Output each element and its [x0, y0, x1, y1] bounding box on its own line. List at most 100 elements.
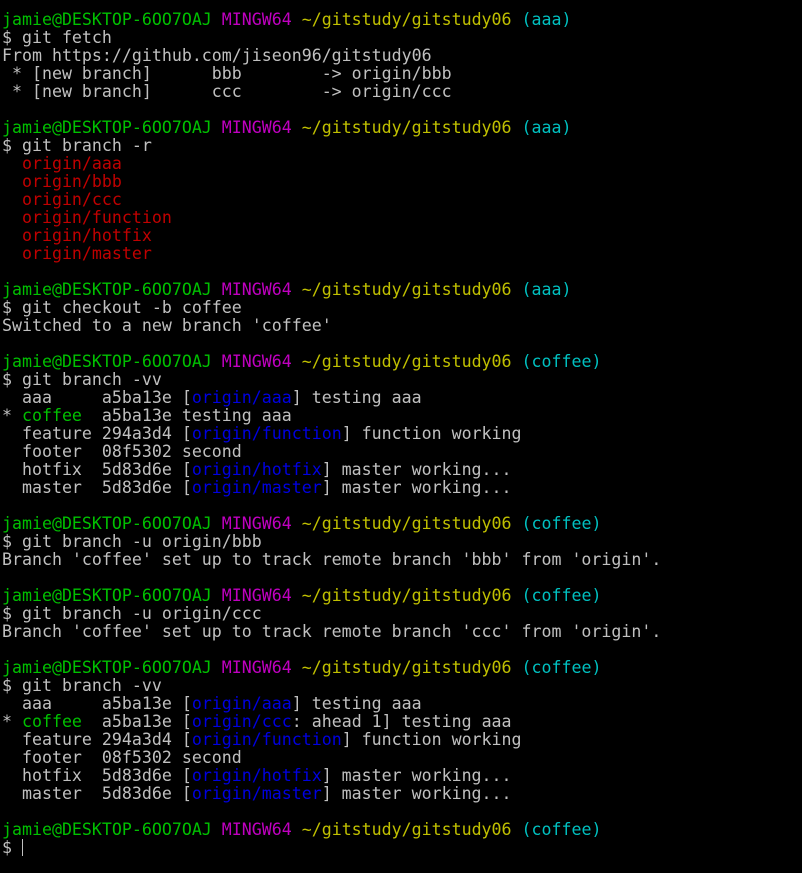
line-segment: footer 08f5302 second [2, 748, 242, 767]
terminal-output[interactable]: jamie@DESKTOP-6OO7OAJ MINGW64 ~/gitstudy… [2, 11, 802, 857]
prompt-env: MINGW64 [221, 118, 292, 137]
line-segment: $ git branch -r [2, 136, 152, 155]
line-segment: ] testing aaa [291, 388, 422, 407]
line-segment: ] function working [341, 424, 522, 443]
output-line: feature 294a3d4 [origin/function] functi… [2, 425, 802, 443]
output-line: Branch 'coffee' set up to track remote b… [2, 623, 802, 641]
prompt-line: jamie@DESKTOP-6OO7OAJ MINGW64 ~/gitstudy… [2, 353, 802, 371]
prompt-branch: (coffee) [521, 658, 602, 677]
output-line: origin/hotfix [2, 227, 802, 245]
line-segment: master 5d83d6e [ [2, 478, 192, 497]
line-segment: origin/hotfix [191, 460, 322, 479]
prompt-branch: (coffee) [521, 514, 602, 533]
output-line: From https://github.com/jiseon96/gitstud… [2, 47, 802, 65]
output-line: master 5d83d6e [origin/master] master wo… [2, 785, 802, 803]
line-segment: ] testing aaa [291, 694, 422, 713]
line-segment: origin/bbb [21, 172, 122, 191]
prompt-env: MINGW64 [221, 514, 292, 533]
line-segment: Branch 'coffee' set up to track remote b… [2, 550, 662, 569]
line-segment: ] master working... [321, 784, 512, 803]
line-segment: $ git branch -u origin/bbb [2, 532, 262, 551]
prompt-symbol: $ [2, 838, 22, 857]
output-line: feature 294a3d4 [origin/function] functi… [2, 731, 802, 749]
line-segment: footer 08f5302 second [2, 442, 242, 461]
output-line: $ git fetch [2, 29, 802, 47]
line-segment: origin/aaa [191, 388, 292, 407]
prompt-path: ~/gitstudy/gitstudy06 [301, 10, 512, 29]
line-segment: aaa a5ba13e [ [2, 388, 192, 407]
prompt-line: jamie@DESKTOP-6OO7OAJ MINGW64 ~/gitstudy… [2, 281, 802, 299]
line-segment: feature 294a3d4 [ [2, 730, 192, 749]
prompt-user-host: jamie@DESKTOP-6OO7OAJ [2, 280, 212, 299]
line-segment [2, 208, 22, 227]
prompt-path: ~/gitstudy/gitstudy06 [301, 658, 512, 677]
line-segment [2, 154, 22, 173]
prompt-user-host: jamie@DESKTOP-6OO7OAJ [2, 820, 212, 839]
line-segment: origin/hotfix [21, 226, 152, 245]
line-segment: origin/aaa [191, 694, 292, 713]
output-line: origin/function [2, 209, 802, 227]
output-line: footer 08f5302 second [2, 749, 802, 767]
line-segment: * [2, 712, 22, 731]
prompt-env: MINGW64 [221, 280, 292, 299]
prompt-branch: (coffee) [521, 820, 602, 839]
line-segment: $ git checkout -b coffee [2, 298, 242, 317]
line-segment: origin/function [21, 208, 172, 227]
output-line: $ git branch -u origin/bbb [2, 533, 802, 551]
prompt-line: jamie@DESKTOP-6OO7OAJ MINGW64 ~/gitstudy… [2, 11, 802, 29]
line-segment: origin/aaa [21, 154, 122, 173]
output-line: Branch 'coffee' set up to track remote b… [2, 551, 802, 569]
line-segment: $ git branch -u origin/ccc [2, 604, 262, 623]
line-segment [2, 226, 22, 245]
prompt-path: ~/gitstudy/gitstudy06 [301, 352, 512, 371]
line-segment: $ git fetch [2, 28, 112, 47]
line-segment: origin/ccc [21, 190, 122, 209]
line-segment: coffee [21, 406, 82, 425]
prompt-branch: (aaa) [521, 280, 572, 299]
output-line: * [new branch] ccc -> origin/ccc [2, 83, 802, 101]
prompt-user-host: jamie@DESKTOP-6OO7OAJ [2, 118, 212, 137]
line-segment: origin/hotfix [191, 766, 322, 785]
prompt-path: ~/gitstudy/gitstudy06 [301, 280, 512, 299]
line-segment: a5ba13e [ [81, 712, 192, 731]
line-segment: * [2, 406, 22, 425]
output-line: aaa a5ba13e [origin/aaa] testing aaa [2, 389, 802, 407]
line-segment: * [new branch] bbb -> origin/bbb [2, 64, 452, 83]
prompt-env: MINGW64 [221, 352, 292, 371]
line-segment: : ahead 1] testing aaa [291, 712, 512, 731]
prompt-branch: (aaa) [521, 118, 572, 137]
output-line: * [new branch] bbb -> origin/bbb [2, 65, 802, 83]
line-segment [2, 172, 22, 191]
line-segment: origin/master [21, 244, 152, 263]
output-line: hotfix 5d83d6e [origin/hotfix] master wo… [2, 461, 802, 479]
line-segment: origin/function [191, 730, 342, 749]
prompt-line: jamie@DESKTOP-6OO7OAJ MINGW64 ~/gitstudy… [2, 587, 802, 605]
text-cursor[interactable] [21, 839, 23, 856]
line-segment: aaa a5ba13e [ [2, 694, 192, 713]
line-segment: ] master working... [321, 478, 512, 497]
output-line: $ git checkout -b coffee [2, 299, 802, 317]
output-line: * coffee a5ba13e testing aaa [2, 407, 802, 425]
prompt-user-host: jamie@DESKTOP-6OO7OAJ [2, 586, 212, 605]
prompt-branch: (aaa) [521, 10, 572, 29]
line-segment: hotfix 5d83d6e [ [2, 460, 192, 479]
line-segment: coffee [21, 712, 82, 731]
prompt-path: ~/gitstudy/gitstudy06 [301, 820, 512, 839]
output-line: aaa a5ba13e [origin/aaa] testing aaa [2, 695, 802, 713]
output-line: footer 08f5302 second [2, 443, 802, 461]
output-line: origin/ccc [2, 191, 802, 209]
prompt-line: jamie@DESKTOP-6OO7OAJ MINGW64 ~/gitstudy… [2, 821, 802, 839]
prompt-user-host: jamie@DESKTOP-6OO7OAJ [2, 352, 212, 371]
line-segment: Switched to a new branch 'coffee' [2, 316, 332, 335]
line-segment: origin/ccc [191, 712, 292, 731]
output-line: * coffee a5ba13e [origin/ccc: ahead 1] t… [2, 713, 802, 731]
prompt-user-host: jamie@DESKTOP-6OO7OAJ [2, 514, 212, 533]
output-line: origin/master [2, 245, 802, 263]
prompt-env: MINGW64 [221, 10, 292, 29]
output-line: origin/aaa [2, 155, 802, 173]
